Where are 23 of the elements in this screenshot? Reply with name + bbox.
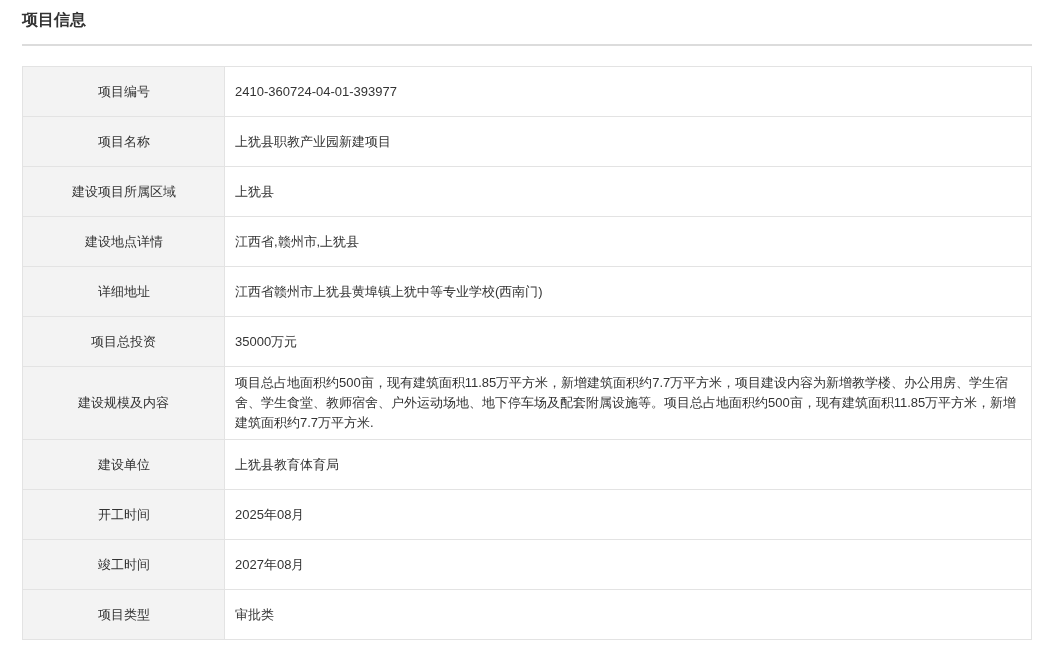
field-value: 上犹县职教产业园新建项目 [224, 116, 1032, 167]
field-label: 建设单位 [22, 439, 225, 490]
field-label: 建设项目所属区域 [22, 166, 225, 217]
field-label: 项目编号 [22, 66, 225, 117]
field-label: 建设规模及内容 [22, 366, 225, 440]
field-label: 竣工时间 [22, 539, 225, 590]
field-value: 2410-360724-04-01-393977 [224, 66, 1032, 117]
field-value: 2027年08月 [224, 539, 1032, 590]
field-value: 上犹县 [224, 166, 1032, 217]
field-label: 项目名称 [22, 116, 225, 167]
field-value: 项目总占地面积约500亩，现有建筑面积11.85万平方米，新增建筑面积约7.7万平方米，项目建设内容为新增教学楼、办公用房、学生宿舍、学生食堂、教师宿舍、户外运动场地、地下停车场及配套附属设施等。项目总占地面积约500亩，现有建筑面积11.85万平方米，新增建筑面积约7.7万平方米. [224, 366, 1032, 440]
field-value: 35000万元 [224, 316, 1032, 367]
field-label: 项目总投资 [22, 316, 225, 367]
field-value: 审批类 [224, 589, 1032, 640]
field-label: 项目类型 [22, 589, 225, 640]
field-label: 建设地点详情 [22, 216, 225, 267]
section-title: 项目信息 [22, 10, 86, 30]
field-value: 江西省赣州市上犹县黄埠镇上犹中等专业学校(西南门) [224, 266, 1032, 317]
field-label: 开工时间 [22, 489, 225, 540]
field-value: 2025年08月 [224, 489, 1032, 540]
field-label: 详细地址 [22, 266, 225, 317]
field-value: 江西省,赣州市,上犹县 [224, 216, 1032, 267]
field-value: 上犹县教育体育局 [224, 439, 1032, 490]
